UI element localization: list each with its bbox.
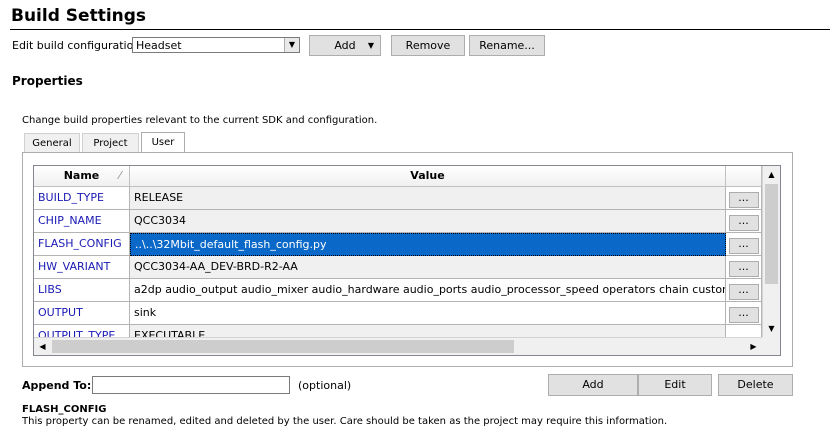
scroll-left-icon[interactable]: ◀ (34, 338, 51, 355)
property-value[interactable]: QCC3034-AA_DEV-BRD-R2-AA (130, 256, 726, 279)
build-config-value: Headset (136, 39, 182, 52)
dropdown-arrow-icon: ▼ (367, 41, 374, 50)
edit-ellipsis-button[interactable]: ... (728, 261, 759, 277)
property-value[interactable]: QCC3034 (130, 210, 726, 233)
table-row[interactable]: BUILD_TYPE RELEASE ... (34, 187, 762, 210)
add-property-button[interactable]: Add (548, 374, 638, 396)
properties-description: Change build properties relevant to the … (22, 115, 378, 126)
edit-ellipsis-button[interactable]: ... (728, 215, 759, 231)
table-row[interactable]: LIBS a2dp audio_output audio_mixer audio… (34, 279, 762, 302)
add-config-label: Add (334, 39, 356, 52)
remove-config-button[interactable]: Remove (391, 35, 465, 56)
selected-property-description: This property can be renamed, edited and… (22, 416, 668, 427)
property-value[interactable]: sink (130, 302, 726, 325)
property-name[interactable]: HW_VARIANT (34, 256, 130, 279)
table-row-selected[interactable]: FLASH_CONFIG ..\..\32Mbit_default_flash_… (34, 233, 762, 256)
property-name[interactable]: FLASH_CONFIG (34, 233, 130, 256)
sort-indicator-icon: ⁄ (119, 169, 121, 182)
title-divider (10, 29, 830, 30)
tab-user[interactable]: User (141, 132, 185, 153)
horizontal-scroll-thumb[interactable] (52, 340, 514, 353)
tab-general[interactable]: General (24, 133, 80, 152)
selected-property-name: FLASH_CONFIG (22, 404, 107, 415)
build-config-label: Edit build configuration: (12, 39, 145, 52)
column-header-name[interactable]: Name ⁄ (34, 166, 130, 187)
scroll-up-icon[interactable]: ▲ (763, 166, 780, 183)
scroll-right-icon[interactable]: ▶ (745, 338, 762, 355)
delete-property-button[interactable]: Delete (718, 374, 793, 396)
append-to-label: Append To: (22, 379, 92, 392)
property-name[interactable]: BUILD_TYPE (34, 187, 130, 210)
property-value[interactable]: RELEASE (130, 187, 726, 210)
edit-property-button[interactable]: Edit (638, 374, 712, 396)
scroll-down-icon[interactable]: ▼ (763, 320, 780, 337)
column-header-value[interactable]: Value (130, 166, 726, 187)
property-name[interactable]: CHIP_NAME (34, 210, 130, 233)
add-config-button[interactable]: Add ▼ (309, 35, 381, 56)
chevron-down-icon[interactable]: ▼ (284, 38, 299, 52)
append-optional-hint: (optional) (298, 379, 352, 392)
edit-ellipsis-button[interactable]: ... (728, 307, 759, 323)
scroll-corner (762, 337, 780, 355)
property-name[interactable]: OUTPUT (34, 302, 130, 325)
tab-project[interactable]: Project (82, 133, 139, 152)
rename-config-button[interactable]: Rename... (469, 35, 545, 56)
property-value[interactable]: ..\..\32Mbit_default_flash_config.py (130, 233, 726, 256)
table-row[interactable]: HW_VARIANT QCC3034-AA_DEV-BRD-R2-AA ... (34, 256, 762, 279)
table-row[interactable]: OUTPUT sink ... (34, 302, 762, 325)
column-header-name-label: Name (63, 169, 100, 182)
table-row[interactable]: CHIP_NAME QCC3034 ... (34, 210, 762, 233)
property-name[interactable]: LIBS (34, 279, 130, 302)
page-title: Build Settings (11, 6, 147, 26)
properties-heading: Properties (12, 74, 83, 88)
vertical-scrollbar[interactable]: ▲ ▼ (762, 166, 780, 337)
edit-ellipsis-button[interactable]: ... (728, 192, 759, 208)
properties-grid: Name ⁄ Value BUILD_TYPE RELEASE ... CHIP… (33, 165, 781, 356)
edit-ellipsis-button[interactable]: ... (728, 284, 759, 300)
column-header-edit (726, 166, 762, 187)
property-value[interactable]: a2dp audio_output audio_mixer audio_hard… (130, 279, 726, 302)
horizontal-scrollbar[interactable]: ◀ ▶ (34, 337, 762, 355)
build-config-select[interactable]: Headset ▼ (132, 37, 300, 53)
vertical-scroll-thumb[interactable] (765, 184, 778, 284)
edit-ellipsis-button[interactable]: ... (728, 238, 759, 254)
append-to-input[interactable] (92, 376, 290, 394)
